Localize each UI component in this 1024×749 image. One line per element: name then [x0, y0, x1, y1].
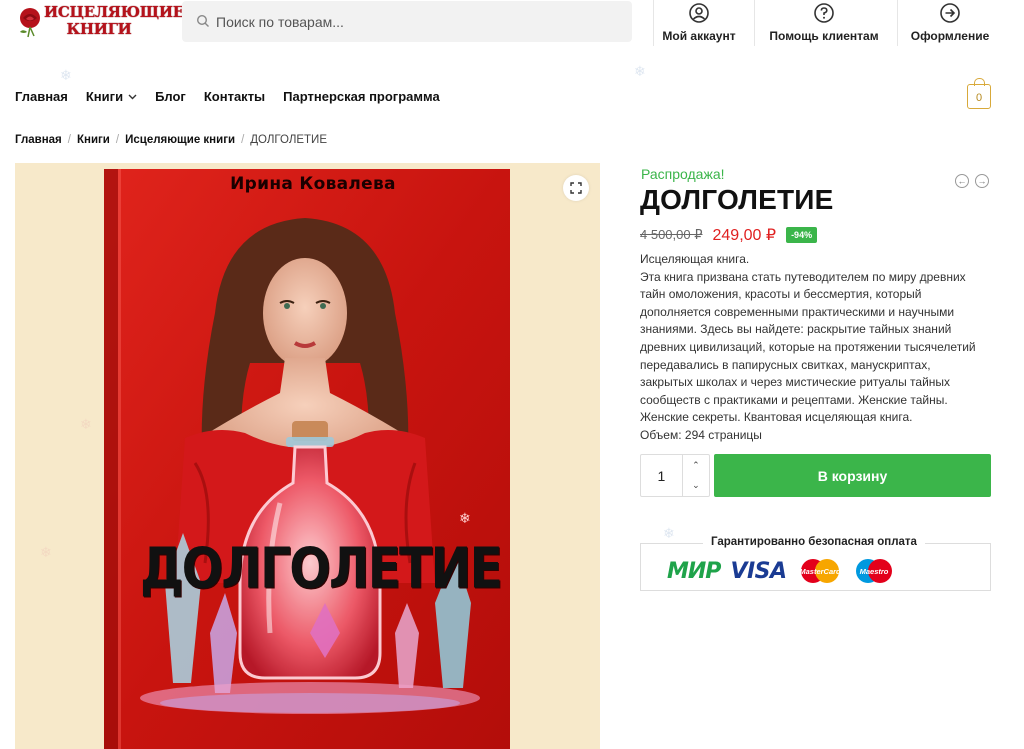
- description-line: Эта книга призвана стать путеводителем п…: [640, 269, 966, 284]
- arrow-left-icon: ←: [957, 175, 967, 186]
- cart-count: 0: [975, 92, 983, 104]
- site-logo[interactable]: ИСЦЕЛЯЮЩИЕ КНИГИ: [14, 4, 184, 42]
- sale-price: 249,00 ₽: [712, 227, 777, 244]
- zoom-expand-icon: [570, 182, 582, 194]
- old-price: 4 500,00 ₽: [640, 227, 703, 242]
- book-cover-title: ДОЛГОЛЕТИЕ: [140, 535, 503, 602]
- breadcrumb-healing-books[interactable]: Исцеляющие книги: [125, 134, 235, 146]
- next-product-button[interactable]: →: [975, 174, 989, 188]
- maestro-logo-text: Maestro: [859, 567, 888, 576]
- previous-product-button[interactable]: ←: [955, 174, 969, 188]
- main-navigation: Главная Книги Блог Контакты Партнерская …: [15, 89, 440, 104]
- logo-line2: КНИГИ: [66, 20, 132, 38]
- snowflake-icon: ❄: [634, 63, 646, 79]
- quantity-increase-button[interactable]: ⌃: [683, 455, 709, 476]
- payment-logos: МИР VISA MasterCard Maestro: [667, 558, 895, 584]
- rose-icon: [20, 8, 40, 38]
- nav-contacts[interactable]: Контакты: [204, 89, 265, 104]
- mastercard-logo-text: MasterCard: [799, 567, 841, 576]
- product-title: ДОЛГОЛЕТИЕ: [640, 184, 834, 215]
- logo-text: ИСЦЕЛЯЮЩИЕ КНИГИ: [44, 3, 184, 38]
- search-input[interactable]: [216, 1, 616, 42]
- description-line: дополняется современными практическими и…: [640, 304, 955, 319]
- breadcrumb-separator: /: [67, 134, 71, 146]
- arrow-right-icon: →: [977, 175, 987, 186]
- nav-blog[interactable]: Блог: [155, 89, 186, 104]
- description-line: сообществ с практиками и рецептами. Женс…: [640, 392, 948, 407]
- logo-line1: ИСЦЕЛЯЮЩИЕ: [44, 3, 184, 21]
- snowflake-icon: ❄: [663, 525, 675, 541]
- visa-logo-text: VISA: [730, 558, 787, 584]
- book-cover-image: [104, 169, 510, 749]
- header-divider: [897, 0, 898, 46]
- chevron-down-icon: [128, 94, 137, 99]
- nav-home[interactable]: Главная: [15, 89, 68, 104]
- quantity-decrease-button[interactable]: ⌄: [683, 476, 709, 497]
- checkout-link[interactable]: Оформление: [910, 0, 990, 46]
- breadcrumb-books[interactable]: Книги: [77, 134, 110, 146]
- price-row: 4 500,00 ₽ 249,00 ₽ -94%: [640, 225, 818, 245]
- description-line: Исцеляющая книга.: [640, 252, 750, 266]
- quantity-arrows: ⌃ ⌄: [681, 455, 709, 497]
- product-prev-next: ← →: [955, 174, 989, 188]
- product-description: Исцеляющая книга. Эта книга призвана ста…: [640, 251, 990, 445]
- mir-logo-text: МИР: [667, 558, 721, 584]
- checkout-arrow-icon: [940, 3, 960, 23]
- my-account-label: Мой аккаунт: [662, 29, 736, 43]
- cart-button[interactable]: 0: [967, 78, 991, 109]
- visa-logo: VISA: [730, 558, 787, 584]
- search-icon[interactable]: [196, 14, 210, 28]
- maestro-logo: Maestro: [855, 559, 892, 583]
- quantity-value[interactable]: 1: [641, 455, 682, 496]
- nav-contacts-label: Контакты: [203, 89, 266, 104]
- my-account-link[interactable]: Мой аккаунт: [661, 0, 737, 46]
- secure-payment-title: Гарантированно безопасная оплата: [703, 536, 925, 548]
- breadcrumb-home[interactable]: Главная: [15, 134, 62, 146]
- header-divider: [653, 0, 654, 46]
- quantity-stepper[interactable]: 1 ⌃ ⌄: [640, 454, 710, 497]
- nav-affiliate-label: Партнерская программа: [283, 89, 440, 104]
- snowflake-icon: ❄: [60, 67, 72, 83]
- search-box: [182, 1, 632, 42]
- zoom-button[interactable]: [563, 175, 589, 201]
- product-image-gallery[interactable]: [15, 163, 600, 749]
- description-line: Женские секреты. Квантовая исцеляющая кн…: [640, 410, 913, 425]
- customer-help-label: Помощь клиентам: [769, 29, 879, 43]
- user-icon: [689, 3, 709, 23]
- snowflake-icon: ❄: [40, 544, 52, 560]
- secure-payment-box: Гарантированно безопасная оплата МИР VIS…: [640, 536, 991, 591]
- checkout-label: Оформление: [910, 29, 990, 43]
- description-line: передавались в папирусных свитках, манус…: [640, 357, 931, 372]
- add-to-cart-button[interactable]: В корзину: [714, 454, 991, 497]
- description-line: знаниями. Здесь вы найдете: раскрытие та…: [640, 322, 952, 337]
- breadcrumb-separator: /: [241, 134, 245, 146]
- discount-badge: -94%: [786, 227, 818, 243]
- snowflake-icon: ❄: [459, 510, 471, 526]
- description-line: тайн омоложения, красоты и бессмертия, к…: [640, 287, 922, 302]
- nav-affiliate[interactable]: Партнерская программа: [283, 89, 440, 104]
- nav-blog-label: Блог: [155, 89, 186, 104]
- book-cover-author: Ирина Ковалева: [230, 174, 396, 194]
- breadcrumb-separator: /: [115, 134, 120, 146]
- mir-logo: МИР: [667, 558, 721, 584]
- description-line: закрытых школах и через мистические риту…: [640, 375, 951, 390]
- header-divider: [754, 0, 755, 46]
- description-line: древних цивилизаций, которые на протяжен…: [640, 339, 976, 354]
- sale-label: Распродажа!: [641, 166, 725, 182]
- nav-books[interactable]: Книги: [86, 89, 137, 104]
- snowflake-icon: ❄: [80, 416, 92, 432]
- nav-books-label: Книги: [85, 89, 124, 104]
- nav-home-label: Главная: [15, 89, 68, 104]
- customer-help-link[interactable]: Помощь клиентам: [768, 0, 880, 46]
- breadcrumb-current: ДОЛГОЛЕТИЕ: [250, 134, 327, 146]
- breadcrumb: Главная / Книги / Исцеляющие книги / ДОЛ…: [15, 134, 327, 146]
- help-icon: [814, 3, 834, 23]
- mastercard-logo: MasterCard: [799, 559, 841, 583]
- description-line: Объем: 294 страницы: [640, 427, 762, 442]
